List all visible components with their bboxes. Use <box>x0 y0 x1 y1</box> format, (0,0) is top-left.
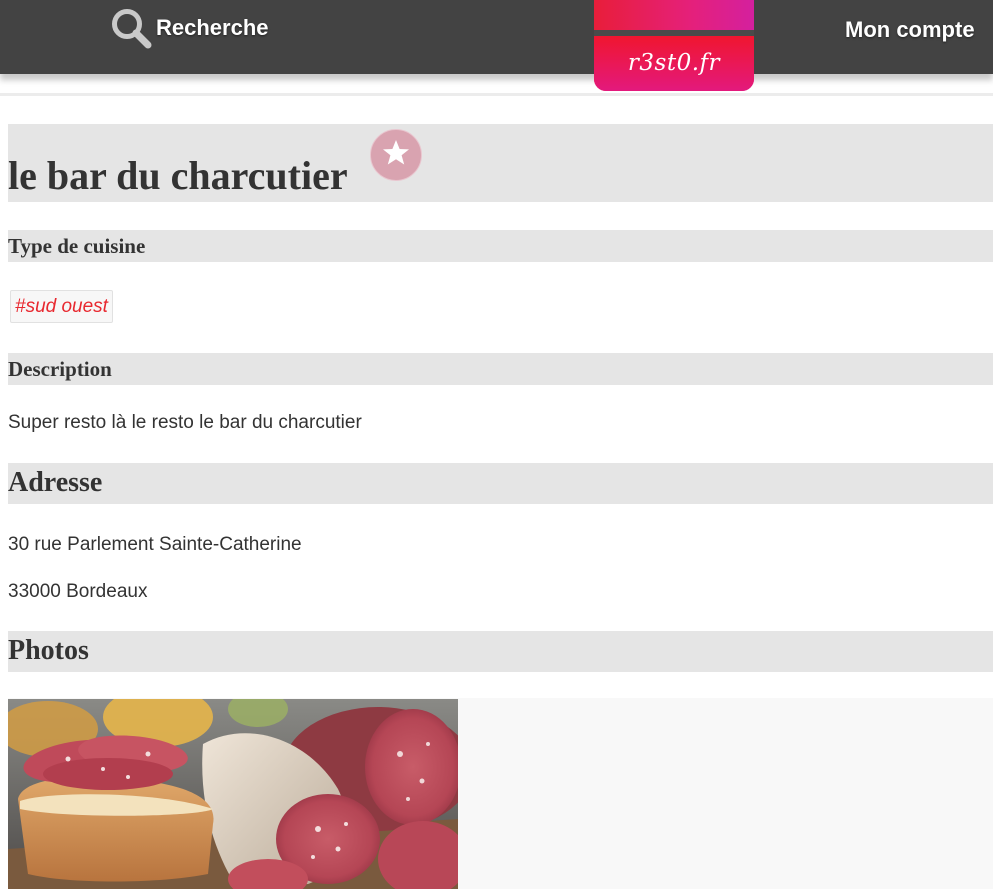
star-icon <box>381 138 411 173</box>
search-link[interactable]: Recherche <box>108 6 269 50</box>
address-line-city: 33000 Bordeaux <box>8 581 148 602</box>
restaurant-title: le bar du charcutier <box>8 153 348 198</box>
cuisine-section-header <box>8 230 993 262</box>
photos-section-title: Photos <box>8 635 89 666</box>
description-section-title: Description <box>8 357 112 381</box>
logo-text: r3st0.fr <box>627 50 721 76</box>
photos-section-header <box>8 631 993 672</box>
search-icon <box>109 6 155 50</box>
header-divider <box>0 93 993 96</box>
favorite-button[interactable] <box>370 129 422 181</box>
description-section-header <box>8 353 993 385</box>
restaurant-photo[interactable] <box>8 699 458 889</box>
cuisine-section-title: Type de cuisine <box>8 234 146 258</box>
address-section-header <box>8 463 993 504</box>
cuisine-tag[interactable]: #sud ouest <box>10 290 113 323</box>
account-link[interactable]: Mon compte <box>845 17 975 43</box>
site-logo[interactable]: r3st0.fr <box>594 0 754 91</box>
address-line-street: 30 rue Parlement Sainte-Catherine <box>8 534 302 555</box>
address-section-title: Adresse <box>8 467 103 498</box>
description-text: Super resto là le resto le bar du charcu… <box>8 412 362 433</box>
search-label: Recherche <box>156 15 269 40</box>
